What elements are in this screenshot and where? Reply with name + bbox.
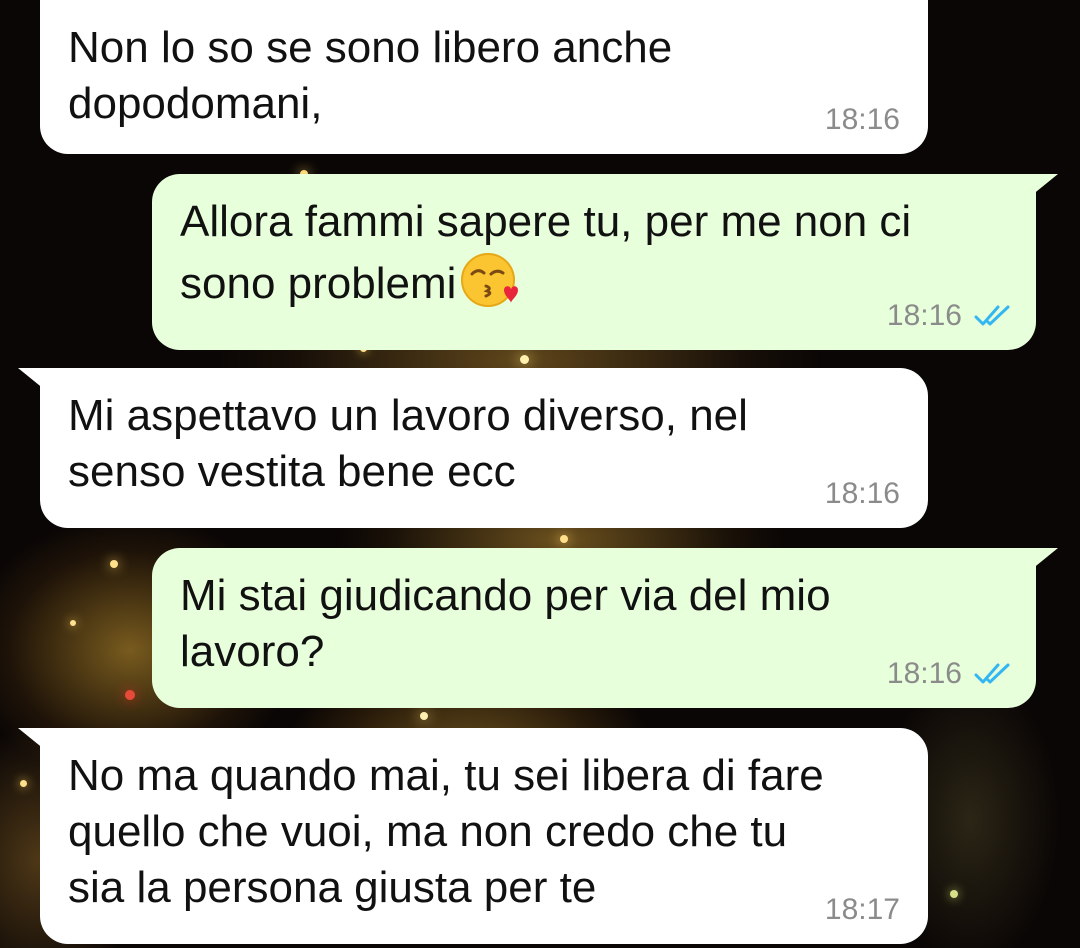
message-text: No ma quando mai, tu sei libera di fare …: [68, 751, 824, 912]
bubble-tail: [1026, 548, 1058, 574]
message-bubble-incoming[interactable]: Non lo so se sono libero anche dopodoman…: [40, 0, 928, 154]
message-bubble-incoming[interactable]: Mi aspettavo un lavoro diverso, nel sens…: [18, 368, 928, 528]
wallpaper-light: [125, 690, 135, 700]
message-timestamp: 18:16: [886, 299, 962, 332]
message-timestamp: 18:16: [824, 477, 900, 510]
message-meta: 18:16: [825, 474, 900, 514]
wallpaper-light: [70, 620, 76, 626]
double-check-read-icon: [974, 303, 1014, 329]
wallpaper-light: [20, 780, 27, 787]
wallpaper-light: [110, 560, 118, 568]
message-timestamp: 18:17: [824, 893, 900, 926]
message-text-content: Allora fammi sapere tu, per me non ci so…: [180, 197, 912, 308]
bubble-tail: [18, 368, 50, 394]
message-meta: 18:16: [825, 100, 900, 140]
message-text: Non lo so se sono libero anche dopodoman…: [68, 23, 673, 128]
message-text: Mi stai giudicando per via del mio lavor…: [180, 571, 831, 676]
message-bubble-outgoing[interactable]: Mi stai giudicando per via del mio lavor…: [152, 548, 1058, 708]
bubble-tail: [1026, 174, 1058, 200]
wallpaper-light: [420, 712, 428, 720]
bubble-tail: [18, 728, 50, 754]
message-timestamp: 18:16: [824, 103, 900, 136]
message-text: Allora fammi sapere tu, per me non ci so…: [180, 194, 940, 312]
message-timestamp: 18:16: [886, 657, 962, 690]
message-text: Mi aspettavo un lavoro diverso, nel sens…: [68, 391, 748, 496]
message-bubble-incoming[interactable]: No ma quando mai, tu sei libera di fare …: [18, 728, 928, 944]
message-meta: 18:16: [887, 654, 1014, 694]
wallpaper-light: [560, 535, 568, 543]
wallpaper-light: [520, 355, 529, 364]
wallpaper-light: [950, 890, 958, 898]
message-meta: 18:17: [825, 890, 900, 930]
double-check-read-icon: [974, 661, 1014, 687]
face-blowing-a-kiss-emoji: [460, 250, 520, 310]
message-meta: 18:16: [887, 296, 1014, 336]
message-bubble-outgoing[interactable]: Allora fammi sapere tu, per me non ci so…: [152, 174, 1058, 350]
